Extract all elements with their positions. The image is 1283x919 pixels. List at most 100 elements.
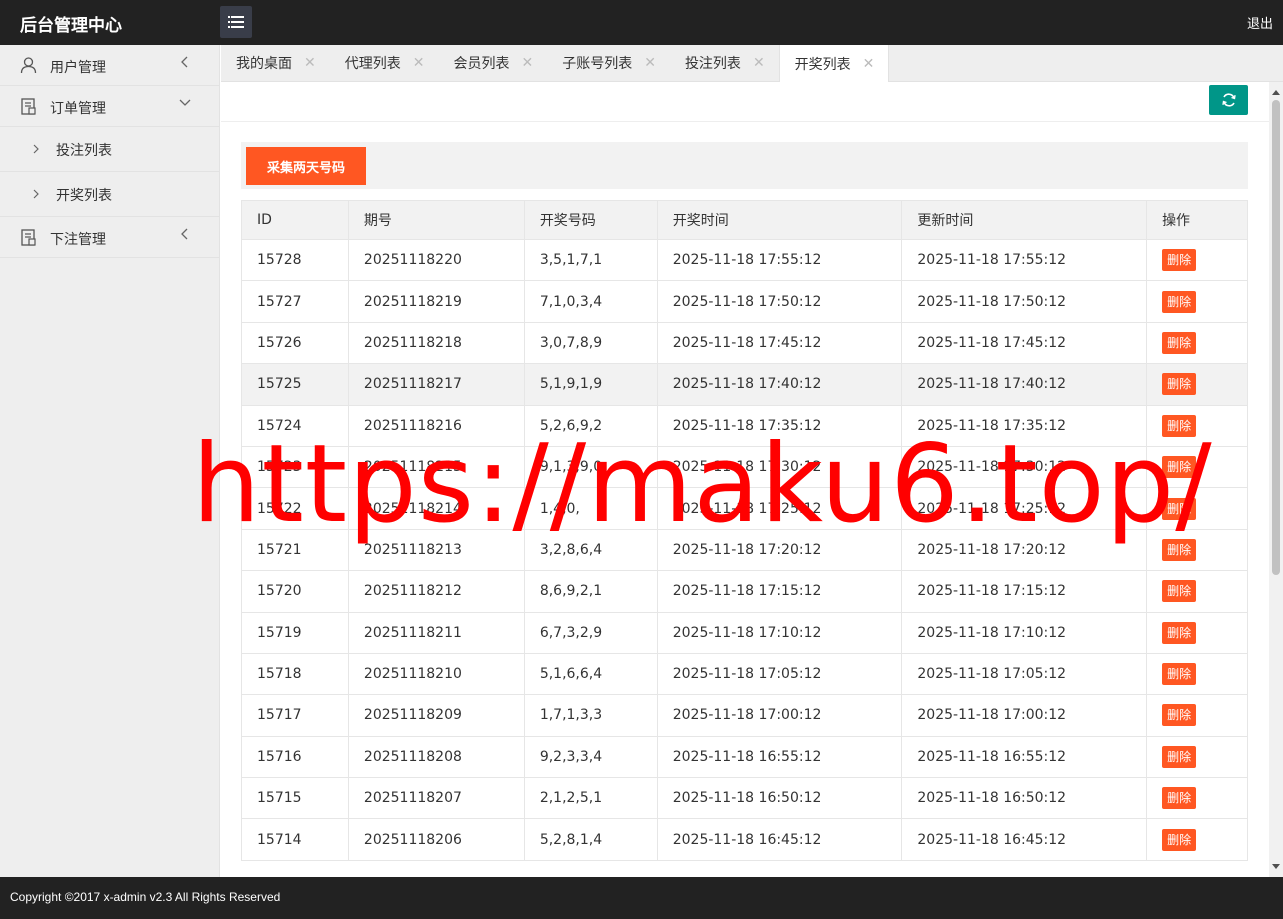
collect-numbers-button[interactable]: 采集两天号码 (246, 147, 366, 185)
cell-numbers: 6,7,3,2,9 (523, 611, 658, 654)
table-row: 15720 20251118212 8,6,9,2,1 2025-11-18 17:1… (241, 570, 1248, 613)
sidebar-subitem-label: 开奖列表 (56, 188, 112, 204)
delete-button[interactable]: 删除 (1162, 290, 1197, 313)
tab-bar: 我的桌面 ✕ 代理列表 ✕ 会员列表 ✕ 子账号列表 ✕ 投注列表 ✕ 开奖列表… (221, 45, 1283, 82)
cell-numbers: 5,1,9,1,9 (523, 363, 658, 406)
top-header: 后台管理中心 退出 (0, 0, 1283, 45)
tab-member-list[interactable]: 会员列表 ✕ (438, 45, 547, 81)
sidebar-subitem-draw-list[interactable]: 开奖列表 (0, 172, 219, 217)
cell-id: 15728 (241, 238, 349, 282)
tab-label: 开奖列表 (794, 56, 851, 73)
chevron-right-icon (33, 144, 39, 154)
cell-actions: 删除 (1146, 363, 1248, 406)
menu-toggle-button[interactable] (220, 6, 252, 38)
sidebar-item-bet-management[interactable]: 下注管理 (0, 217, 219, 258)
action-bar: 采集两天号码 (241, 142, 1248, 189)
table-row: 15715 20251118207 2,1,2,5,1 2025-11-18 16:5… (241, 777, 1248, 820)
sidebar-subitem-bet-list[interactable]: 投注列表 (0, 127, 219, 172)
chevron-down-icon (179, 99, 191, 106)
column-header-id: ID (241, 200, 349, 240)
sidebar-item-user-management[interactable]: 用户管理 (0, 45, 219, 86)
tab-label: 代理列表 (344, 56, 401, 72)
close-icon[interactable]: ✕ (863, 56, 875, 72)
cell-issue: 20251118207 (347, 777, 525, 820)
vertical-scrollbar[interactable] (1269, 82, 1283, 877)
cell-id: 15721 (241, 528, 349, 572)
cell-draw-time: 2025-11-18 16:55:12 (656, 735, 903, 779)
delete-button[interactable]: 删除 (1162, 828, 1197, 851)
table-header-row: ID 期号 开奖号码 开奖时间 更新时间 操作 (241, 200, 1248, 240)
delete-button[interactable]: 删除 (1162, 456, 1197, 479)
delete-button[interactable]: 删除 (1162, 745, 1197, 768)
cell-issue: 20251118216 (347, 404, 525, 447)
delete-button[interactable]: 删除 (1162, 249, 1197, 272)
tab-label: 我的桌面 (236, 56, 292, 72)
brand-title: 后台管理中心 (20, 16, 122, 36)
table-row: 15719 20251118211 6,7,3,2,9 2025-11-18 17:1… (241, 611, 1248, 654)
delete-button[interactable]: 删除 (1162, 663, 1197, 686)
close-icon[interactable]: ✕ (644, 55, 656, 71)
cell-update-time: 2025-11-18 17:40:12 (901, 363, 1148, 406)
close-icon[interactable]: ✕ (753, 55, 765, 71)
cell-actions: 删除 (1146, 652, 1248, 696)
scroll-down-arrow-icon[interactable] (1272, 861, 1280, 871)
cell-id: 15723 (241, 445, 349, 489)
cell-numbers: 9,1,3,9,0 (523, 445, 658, 489)
close-icon[interactable]: ✕ (304, 55, 316, 71)
delete-button[interactable]: 删除 (1162, 414, 1197, 437)
cell-issue: 20251118219 (347, 280, 525, 323)
delete-button[interactable]: 删除 (1162, 373, 1197, 396)
logout-link[interactable]: 退出 (1247, 13, 1273, 32)
tab-draw-list[interactable]: 开奖列表 ✕ (778, 45, 890, 82)
cell-update-time: 2025-11-18 17:25:12 (901, 487, 1148, 530)
delete-button[interactable]: 删除 (1162, 704, 1197, 727)
refresh-button[interactable] (1209, 85, 1248, 115)
cell-issue: 20251118208 (347, 735, 525, 779)
cell-actions: 删除 (1146, 570, 1248, 613)
cell-issue: 20251118206 (347, 818, 525, 861)
delete-button[interactable]: 删除 (1162, 621, 1197, 644)
delete-button[interactable]: 删除 (1162, 787, 1197, 810)
sidebar: 用户管理 订单管理 投注列表 开奖列表 下注管理 (0, 45, 220, 877)
sidebar-item-label: 订单管理 (50, 101, 106, 117)
table-row: 15722 20251118214 1,4,0, 2025-11-18 17:25:1… (241, 487, 1248, 530)
cell-id: 15717 (241, 694, 349, 737)
chevron-right-icon (33, 189, 39, 199)
cell-draw-time: 2025-11-18 16:50:12 (656, 777, 903, 820)
refresh-icon (1221, 93, 1236, 107)
tab-desktop[interactable]: 我的桌面 ✕ (221, 45, 330, 81)
tab-agent-list[interactable]: 代理列表 ✕ (330, 45, 439, 81)
cell-update-time: 2025-11-18 17:30:12 (901, 445, 1148, 489)
close-icon[interactable]: ✕ (521, 55, 533, 71)
column-header-actions: 操作 (1146, 200, 1248, 240)
table-row: 15727 20251118219 7,1,0,3,4 2025-11-18 17:5… (241, 280, 1248, 323)
delete-button[interactable]: 删除 (1162, 331, 1197, 354)
delete-button[interactable]: 删除 (1162, 497, 1197, 520)
cell-actions: 删除 (1146, 735, 1248, 779)
cell-update-time: 2025-11-18 17:15:12 (901, 570, 1148, 613)
cell-actions: 删除 (1146, 777, 1248, 820)
scrollbar-thumb[interactable] (1272, 100, 1280, 575)
cell-issue: 20251118209 (347, 694, 525, 737)
scroll-up-arrow-icon[interactable] (1272, 88, 1280, 98)
cell-numbers: 9,2,3,3,4 (523, 735, 658, 779)
sidebar-item-order-management[interactable]: 订单管理 (0, 86, 219, 127)
hamburger-icon (228, 16, 244, 28)
tab-subaccount-list[interactable]: 子账号列表 ✕ (547, 45, 670, 81)
cell-numbers: 2,1,2,5,1 (523, 777, 658, 820)
cell-actions: 删除 (1146, 694, 1248, 737)
delete-button[interactable]: 删除 (1162, 538, 1197, 561)
delete-button[interactable]: 删除 (1162, 580, 1197, 603)
draw-table: ID 期号 开奖号码 开奖时间 更新时间 操作 15728 20251118220… (241, 200, 1248, 861)
cell-draw-time: 2025-11-18 17:50:12 (656, 280, 903, 323)
tab-bet-list[interactable]: 投注列表 ✕ (670, 45, 779, 81)
cell-id: 15716 (241, 735, 349, 779)
cell-update-time: 2025-11-18 17:45:12 (901, 321, 1148, 365)
cell-numbers: 5,1,6,6,4 (523, 652, 658, 696)
cell-update-time: 2025-11-18 17:55:12 (901, 238, 1148, 282)
tab-label: 子账号列表 (562, 56, 633, 72)
cell-update-time: 2025-11-18 16:50:12 (901, 777, 1148, 820)
cell-issue: 20251118220 (347, 238, 525, 282)
close-icon[interactable]: ✕ (413, 55, 425, 71)
main-content: 采集两天号码 ID 期号 开奖号码 开奖时间 更新时间 操作 15728 2025… (221, 82, 1269, 877)
